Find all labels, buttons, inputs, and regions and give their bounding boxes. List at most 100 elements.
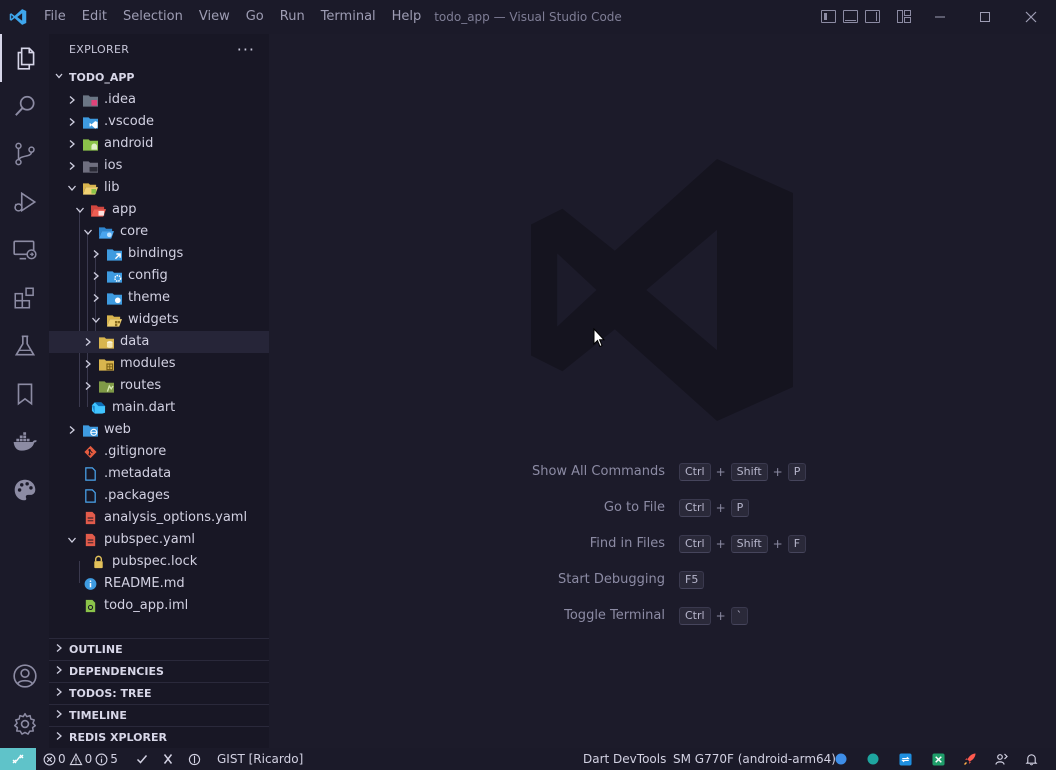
activity-accounts[interactable] bbox=[0, 652, 49, 700]
tree-item-main-dart[interactable]: main.dart bbox=[49, 397, 269, 419]
chevron-right-icon bbox=[90, 287, 102, 309]
keybinding: Ctrl + Shift + F bbox=[679, 534, 807, 554]
cancel-button[interactable] bbox=[162, 748, 176, 770]
section-dependencies[interactable]: DEPENDENCIES bbox=[49, 661, 269, 683]
tree-item-metadata[interactable]: .metadata bbox=[49, 463, 269, 485]
tree-item-data[interactable]: data bbox=[49, 331, 269, 353]
activity-run-debug[interactable] bbox=[0, 178, 49, 226]
deploy-button[interactable] bbox=[963, 748, 979, 770]
activity-theme[interactable] bbox=[0, 466, 49, 514]
explorer-more-actions[interactable]: ··· bbox=[237, 36, 255, 64]
tree-item-bindings[interactable]: bindings bbox=[49, 243, 269, 265]
menu-run[interactable]: Run bbox=[272, 0, 313, 34]
problems-indicator[interactable]: 0 0 5 bbox=[43, 748, 118, 770]
tree-item-todo-app-iml[interactable]: todo_app.iml bbox=[49, 595, 269, 617]
chevron-right-icon bbox=[66, 89, 78, 111]
chevron-right-icon bbox=[90, 265, 102, 287]
tree-item-app[interactable]: app bbox=[49, 199, 269, 221]
tree-item-idea[interactable]: .idea bbox=[49, 89, 269, 111]
menu-terminal[interactable]: Terminal bbox=[313, 0, 384, 34]
toggle-secondary-sidebar-icon[interactable] bbox=[865, 10, 880, 23]
vscode-watermark-icon bbox=[531, 159, 793, 421]
editor-area[interactable]: Show All Commands Ctrl + Shift + P Go to F… bbox=[269, 34, 1056, 748]
chevron-right-icon bbox=[82, 331, 94, 353]
activity-explorer[interactable] bbox=[0, 34, 49, 82]
git-file-icon bbox=[84, 445, 97, 459]
activity-search[interactable] bbox=[0, 82, 49, 130]
menu-go[interactable]: Go bbox=[238, 0, 272, 34]
tree-item-widgets[interactable]: widgets bbox=[49, 309, 269, 331]
folder-ios-icon bbox=[83, 161, 98, 173]
circle-icon bbox=[835, 753, 847, 765]
folder-lib-open-icon bbox=[83, 183, 98, 195]
tree-item-packages[interactable]: .packages bbox=[49, 485, 269, 507]
maximize-button[interactable] bbox=[962, 0, 1008, 34]
toggle-panel-icon[interactable] bbox=[843, 10, 858, 23]
tree-item-theme[interactable]: theme bbox=[49, 287, 269, 309]
remote-indicator-button[interactable] bbox=[0, 748, 36, 770]
tree-item-android[interactable]: android bbox=[49, 133, 269, 155]
chevron-right-icon bbox=[66, 419, 78, 441]
keybinding: Ctrl + ` bbox=[679, 606, 749, 626]
dart-file-icon bbox=[91, 402, 106, 414]
sync-button[interactable] bbox=[899, 748, 914, 770]
status-teal-dot[interactable] bbox=[867, 748, 881, 770]
customize-layout-icon[interactable] bbox=[897, 10, 911, 23]
activity-bookmarks[interactable] bbox=[0, 370, 49, 418]
menu-file[interactable]: File bbox=[36, 0, 74, 34]
status-blue-dot[interactable] bbox=[835, 748, 849, 770]
section-todo-app[interactable]: TODO_APP bbox=[49, 67, 269, 89]
docker-icon bbox=[13, 432, 37, 451]
tree-item-web[interactable]: web bbox=[49, 419, 269, 441]
tree-item-core[interactable]: core bbox=[49, 221, 269, 243]
warning-count: 0 bbox=[84, 752, 93, 766]
activity-extensions[interactable] bbox=[0, 274, 49, 322]
menu-help[interactable]: Help bbox=[384, 0, 430, 34]
tree-item-analysis-options[interactable]: analysis_options.yaml bbox=[49, 507, 269, 529]
activity-testing[interactable] bbox=[0, 322, 49, 370]
tree-item-gitignore[interactable]: .gitignore bbox=[49, 441, 269, 463]
folder-bindings-icon bbox=[107, 249, 122, 261]
section-todos-tree[interactable]: TODOS: TREE bbox=[49, 683, 269, 705]
activity-source-control[interactable] bbox=[0, 130, 49, 178]
menu-bar: File Edit Selection View Go Run Terminal… bbox=[36, 0, 429, 34]
tree-item-vscode[interactable]: .vscode bbox=[49, 111, 269, 133]
checkmark-button[interactable] bbox=[136, 748, 150, 770]
extensions-icon bbox=[13, 287, 34, 309]
tree-item-pubspec-yaml[interactable]: pubspec.yaml bbox=[49, 529, 269, 551]
close-button[interactable] bbox=[1008, 0, 1054, 34]
activity-manage[interactable] bbox=[0, 700, 49, 748]
activity-docker[interactable] bbox=[0, 418, 49, 466]
folder-data-icon bbox=[99, 337, 114, 349]
activity-remote-explorer[interactable] bbox=[0, 226, 49, 274]
section-timeline[interactable]: TIMELINE bbox=[49, 705, 269, 727]
section-redis-xplorer[interactable]: REDIS XPLORER bbox=[49, 727, 269, 749]
excel-viewer-button[interactable] bbox=[932, 748, 947, 770]
gist-status[interactable]: GIST [Ricardo] bbox=[188, 748, 303, 770]
chevron-down-icon bbox=[66, 529, 78, 551]
tree-item-readme[interactable]: README.md bbox=[49, 573, 269, 595]
menu-selection[interactable]: Selection bbox=[115, 0, 191, 34]
tree-item-pubspec-lock[interactable]: pubspec.lock bbox=[49, 551, 269, 573]
section-outline[interactable]: OUTLINE bbox=[49, 639, 269, 661]
folder-routes-icon bbox=[99, 381, 114, 393]
menu-view[interactable]: View bbox=[191, 0, 238, 34]
tree-item-lib[interactable]: lib bbox=[49, 177, 269, 199]
menu-edit[interactable]: Edit bbox=[74, 0, 115, 34]
title-bar: File Edit Selection View Go Run Terminal… bbox=[0, 0, 1056, 34]
chevron-down-icon bbox=[74, 199, 86, 221]
tree-item-config[interactable]: config bbox=[49, 265, 269, 287]
tree-item-ios[interactable]: ios bbox=[49, 155, 269, 177]
iml-file-icon bbox=[85, 599, 96, 613]
beaker-icon bbox=[14, 335, 35, 356]
dart-devtools-button[interactable]: Dart DevTools bbox=[583, 748, 666, 770]
notifications-button[interactable] bbox=[1025, 748, 1040, 770]
tree-item-routes[interactable]: routes bbox=[49, 375, 269, 397]
device-selector[interactable]: SM G770F (android-arm64) bbox=[673, 748, 836, 770]
live-share-feedback-button[interactable] bbox=[995, 748, 1011, 770]
chevron-right-icon bbox=[49, 684, 69, 706]
minimize-button[interactable] bbox=[917, 0, 963, 34]
toggle-primary-sidebar-icon[interactable] bbox=[821, 10, 836, 23]
tree-item-modules[interactable]: modules bbox=[49, 353, 269, 375]
folder-widgets-open-icon bbox=[107, 315, 122, 327]
